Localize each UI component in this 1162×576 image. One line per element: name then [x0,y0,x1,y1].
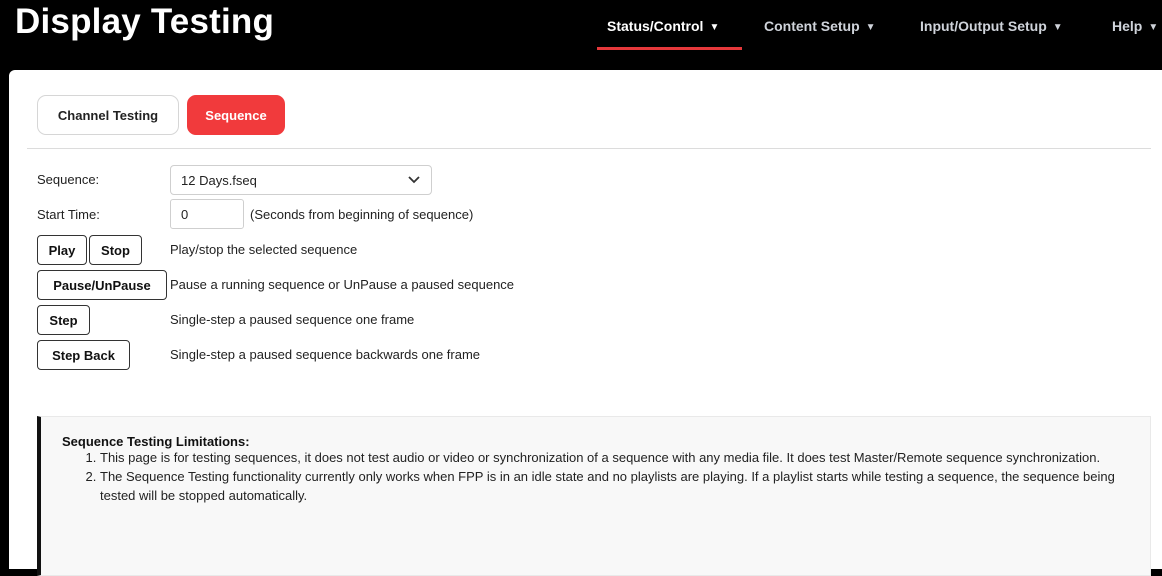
start-time-help: (Seconds from beginning of sequence) [250,207,474,222]
nav-help[interactable]: Help ▼ [1112,18,1158,48]
sequence-select[interactable]: 12 Days.fseq [170,165,432,195]
play-stop-description: Play/stop the selected sequence [170,242,358,257]
nav-status-control-label: Status/Control [607,18,704,34]
pause-unpause-button[interactable]: Pause/UnPause [37,270,167,300]
tab-channel-testing[interactable]: Channel Testing [37,95,179,135]
limitations-list: This page is for testing sequences, it d… [62,448,1142,505]
tab-sequence[interactable]: Sequence [187,95,285,135]
tab-divider [27,148,1151,149]
caret-down-icon: ▼ [1148,22,1159,33]
limitation-item: This page is for testing sequences, it d… [100,448,1142,467]
caret-down-icon: ▼ [865,22,876,33]
nav-help-label: Help [1112,18,1143,34]
active-nav-indicator [597,47,742,50]
content-panel: Channel Testing Sequence Sequence: 12 Da… [9,70,1162,576]
nav-input-output-setup-label: Input/Output Setup [920,18,1047,34]
stop-button[interactable]: Stop [89,235,142,265]
nav-input-output-setup[interactable]: Input/Output Setup ▼ [920,18,1063,48]
step-back-description: Single-step a paused sequence backwards … [170,347,481,362]
play-button[interactable]: Play [37,235,87,265]
step-description: Single-step a paused sequence one frame [170,312,415,327]
caret-down-icon: ▼ [709,22,720,33]
sequence-label: Sequence: [37,172,100,187]
nav-content-setup-label: Content Setup [764,18,860,34]
top-navbar: Display Testing Status/Control ▼ Content … [0,0,1162,70]
chevron-down-icon [408,176,420,184]
step-back-button[interactable]: Step Back [37,340,130,370]
limitations-title: Sequence Testing Limitations: [62,434,250,449]
caret-down-icon: ▼ [1052,22,1063,33]
step-button[interactable]: Step [37,305,90,335]
limitations-callout: Sequence Testing Limitations: This page … [37,416,1151,576]
nav-status-control[interactable]: Status/Control ▼ [607,18,719,48]
start-time-label: Start Time: [37,207,100,222]
page-title: Display Testing [15,2,275,41]
limitation-item: The Sequence Testing functionality curre… [100,467,1142,505]
start-time-input[interactable]: 0 [170,199,244,229]
sequence-select-value: 12 Days.fseq [181,173,257,188]
pause-description: Pause a running sequence or UnPause a pa… [170,277,515,292]
nav-content-setup[interactable]: Content Setup ▼ [764,18,876,48]
